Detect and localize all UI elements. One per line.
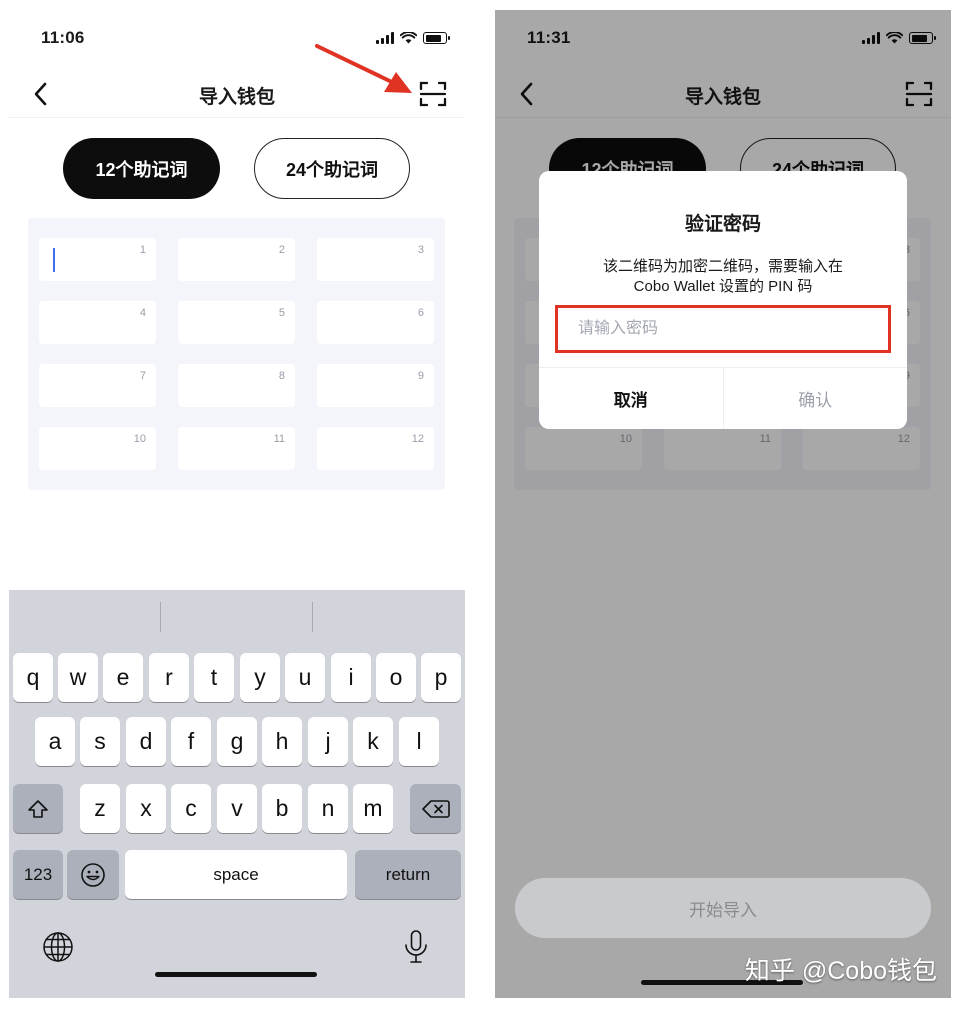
key-z[interactable]: z <box>80 784 120 833</box>
password-input[interactable] <box>555 305 891 353</box>
key-v[interactable]: v <box>217 784 257 833</box>
emoji-key[interactable] <box>67 850 119 899</box>
shift-icon <box>28 799 48 818</box>
key-i[interactable]: i <box>331 653 371 702</box>
suggestion-divider <box>312 602 313 632</box>
word-input-2[interactable]: 2 <box>178 238 295 281</box>
key-y[interactable]: y <box>240 653 280 702</box>
word-input-11[interactable]: 11 <box>178 427 295 470</box>
key-l[interactable]: l <box>399 717 439 766</box>
verify-password-dialog: 验证密码 该二维码为加密二维码，需要输入在 Cobo Wallet 设置的 PI… <box>539 171 907 429</box>
word-index: 11 <box>273 433 285 445</box>
watermark: 知乎 @Cobo钱包 <box>744 957 937 985</box>
modal-overlay[interactable] <box>495 10 951 998</box>
status-icons <box>376 32 450 44</box>
key-k[interactable]: k <box>353 717 393 766</box>
word-index: 6 <box>417 307 424 319</box>
key-d[interactable]: d <box>126 717 166 766</box>
numbers-key[interactable]: 123 <box>13 850 63 899</box>
key-q[interactable]: q <box>13 653 53 702</box>
word-index: 9 <box>417 370 424 382</box>
start-import-button[interactable]: 开始导入 <box>515 878 931 938</box>
key-j[interactable]: j <box>308 717 348 766</box>
key-n[interactable]: n <box>308 784 348 833</box>
key-t[interactable]: t <box>194 653 234 702</box>
word-input-9[interactable]: 9 <box>317 364 434 407</box>
word-input-6[interactable]: 6 <box>317 301 434 344</box>
word-input-4[interactable]: 4 <box>39 301 156 344</box>
globe-button[interactable] <box>41 930 75 964</box>
cancel-button[interactable]: 取消 <box>539 368 724 429</box>
globe-icon <box>43 932 73 962</box>
word-index: 1 <box>139 244 146 256</box>
battery-icon <box>423 32 450 44</box>
key-w[interactable]: w <box>58 653 98 702</box>
suggestion-divider <box>160 602 161 632</box>
key-b[interactable]: b <box>262 784 302 833</box>
microphone-icon <box>405 930 427 963</box>
status-bar: 11:06 <box>9 28 465 52</box>
phone-screen-left: 11:06 导入钱包 12个助记词 24个助记词 1 2 3 4 5 6 7 8… <box>9 10 465 998</box>
nav-bar: 导入钱包 <box>9 72 465 118</box>
key-r[interactable]: r <box>149 653 189 702</box>
word-index: 8 <box>278 370 285 382</box>
word-index: 4 <box>139 307 146 319</box>
dialog-message-line-2: Cobo Wallet 设置的 PIN 码 <box>633 278 813 295</box>
key-e[interactable]: e <box>103 653 143 702</box>
word-index: 5 <box>278 307 285 319</box>
key-f[interactable]: f <box>171 717 211 766</box>
scan-icon <box>419 81 447 107</box>
text-cursor <box>53 248 55 272</box>
home-indicator <box>155 972 317 977</box>
key-c[interactable]: c <box>171 784 211 833</box>
dialog-actions: 取消 确认 <box>539 367 907 429</box>
key-o[interactable]: o <box>376 653 416 702</box>
key-p[interactable]: p <box>421 653 461 702</box>
emoji-icon <box>81 862 105 887</box>
word-index: 3 <box>417 244 424 256</box>
backspace-icon <box>421 799 450 818</box>
tab-12-words[interactable]: 12个助记词 <box>63 138 220 199</box>
word-input-10[interactable]: 10 <box>39 427 156 470</box>
word-input-1[interactable]: 1 <box>39 238 156 281</box>
cellular-signal-icon <box>376 32 394 44</box>
key-u[interactable]: u <box>285 653 325 702</box>
word-index: 2 <box>278 244 285 256</box>
key-m[interactable]: m <box>353 784 393 833</box>
word-input-5[interactable]: 5 <box>178 301 295 344</box>
scan-qr-button[interactable] <box>417 78 449 110</box>
key-h[interactable]: h <box>262 717 302 766</box>
word-index: 7 <box>139 370 146 382</box>
keyboard: q w e r t y u i o p a s d f g h j k l z … <box>9 590 465 998</box>
word-index: 10 <box>133 433 146 445</box>
word-index: 12 <box>411 433 424 445</box>
dictation-button[interactable] <box>401 928 431 966</box>
page-title: 导入钱包 <box>198 87 275 108</box>
key-x[interactable]: x <box>126 784 166 833</box>
status-time: 11:06 <box>41 28 85 47</box>
word-input-8[interactable]: 8 <box>178 364 295 407</box>
word-input-12[interactable]: 12 <box>317 427 434 470</box>
dialog-title: 验证密码 <box>684 214 761 235</box>
phone-screen-right: 11:31 导入钱包 12个助记词 24个助记词 1 2 3 4 5 6 7 8… <box>495 10 951 998</box>
dialog-message-line-1: 该二维码为加密二维码，需要输入在 <box>602 258 843 275</box>
mnemonic-grid: 1 2 3 4 5 6 7 8 9 10 11 12 <box>28 218 445 490</box>
confirm-button[interactable]: 确认 <box>724 368 908 429</box>
word-input-3[interactable]: 3 <box>317 238 434 281</box>
space-key[interactable]: space <box>125 850 347 899</box>
key-s[interactable]: s <box>80 717 120 766</box>
tab-24-words[interactable]: 24个助记词 <box>254 138 410 199</box>
return-key[interactable]: return <box>355 850 461 899</box>
word-input-7[interactable]: 7 <box>39 364 156 407</box>
key-a[interactable]: a <box>35 717 75 766</box>
shift-key[interactable] <box>13 784 63 833</box>
dialog-message: 该二维码为加密二维码，需要输入在 Cobo Wallet 设置的 PIN 码 <box>569 257 877 297</box>
delete-key[interactable] <box>410 784 461 833</box>
wifi-icon <box>400 32 417 44</box>
key-g[interactable]: g <box>217 717 257 766</box>
